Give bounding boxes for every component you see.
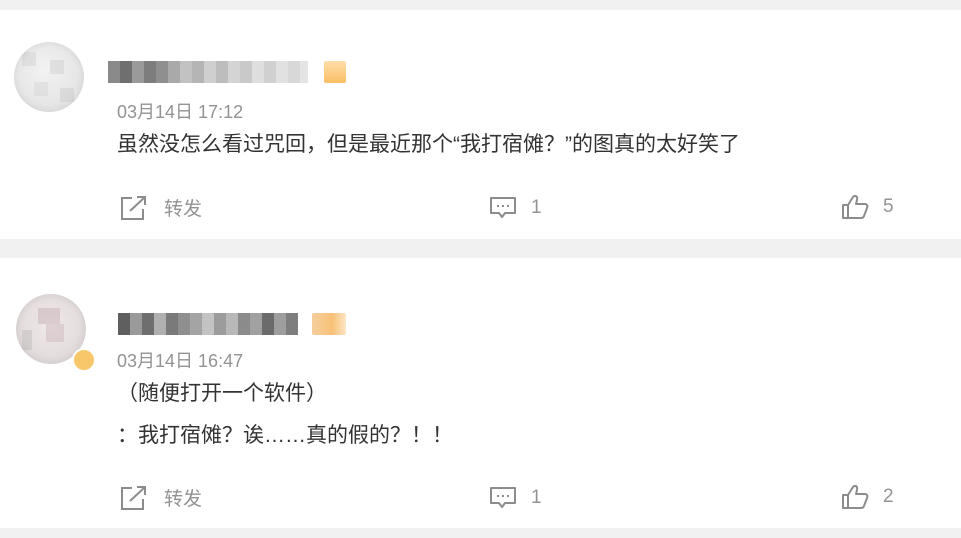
- username[interactable]: [118, 313, 298, 335]
- like-button[interactable]: 2: [841, 484, 894, 510]
- comment-timestamp: 03月14日 17:12: [117, 102, 244, 122]
- avatar[interactable]: [14, 42, 84, 112]
- thumbs-up-icon: [842, 485, 869, 509]
- repost-button[interactable]: 转发: [120, 484, 202, 511]
- username[interactable]: [108, 61, 308, 83]
- reply-button[interactable]: 1: [489, 196, 542, 220]
- like-button[interactable]: 5: [841, 194, 894, 220]
- like-count: 2: [883, 486, 894, 507]
- level-badge-icon: [324, 61, 346, 83]
- share-out-icon: [121, 485, 146, 510]
- comment-card: 03月14日 17:12 虽然没怎么看过咒回，但是最近那个“我打宿傩？”的图真的…: [0, 10, 961, 239]
- comment-text: 虽然没怎么看过咒回，但是最近那个“我打宿傩？”的图真的太好笑了: [117, 133, 740, 156]
- comment-text: （随便打开一个软件）: [117, 382, 327, 405]
- comment-text: ：我打宿傩？诶……真的假的？！！: [117, 424, 453, 447]
- comment-icon: [490, 487, 516, 508]
- comment-feed: 03月14日 17:12 虽然没怎么看过咒回，但是最近那个“我打宿傩？”的图真的…: [0, 0, 961, 538]
- share-out-icon: [121, 195, 146, 220]
- verified-badge-icon: [72, 348, 96, 372]
- like-count: 5: [883, 196, 894, 217]
- comment-timestamp: 03月14日 16:47: [117, 351, 244, 371]
- repost-label: 转发: [164, 199, 203, 220]
- reply-count: 1: [531, 487, 542, 508]
- reply-button[interactable]: 1: [489, 486, 542, 510]
- thumbs-up-icon: [842, 195, 869, 219]
- comment-card: 03月14日 16:47 （随便打开一个软件） ：我打宿傩？诶……真的假的？！！…: [0, 258, 961, 528]
- repost-label: 转发: [164, 489, 203, 510]
- level-badge-icon: [312, 313, 346, 335]
- repost-button[interactable]: 转发: [120, 194, 202, 221]
- comment-icon: [490, 197, 516, 218]
- reply-count: 1: [531, 197, 542, 218]
